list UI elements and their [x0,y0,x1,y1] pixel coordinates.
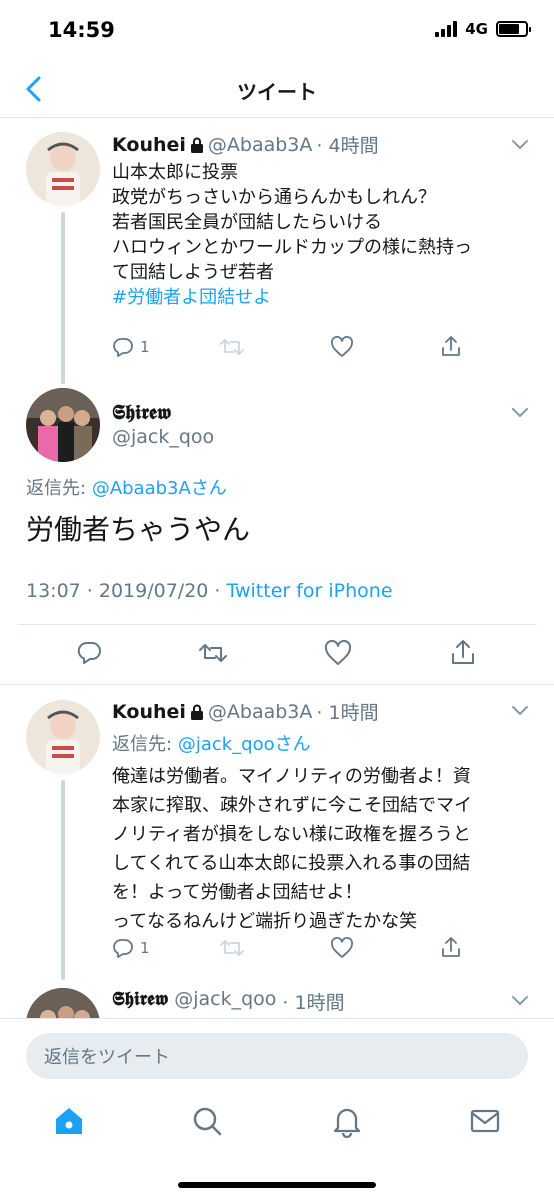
heart-icon [324,640,352,665]
tweet-text-line: 山本太郎に投票 [112,162,238,183]
like-button[interactable] [324,640,352,666]
avatar[interactable] [26,700,100,774]
chevron-down-icon[interactable] [510,994,530,1008]
retweet-icon [220,940,244,956]
reply-button[interactable]: 1 [112,937,150,959]
reply-button[interactable]: 1 [112,336,150,358]
share-button[interactable] [440,935,462,959]
lock-icon [190,137,203,153]
page-title: ツイート [237,80,317,104]
home-icon[interactable] [52,1104,86,1138]
like-button[interactable] [330,336,354,358]
tweet-timestamp-line: 13:07 · 2019/07/20 · Twitter for iPhone [26,580,393,602]
chevron-down-icon[interactable] [510,406,530,420]
chevron-down-icon[interactable] [510,138,530,152]
tweet-text-line: ノリティ者が損をしない様に政権を握ろうと [112,824,471,845]
home-indicator [178,1182,376,1188]
avatar[interactable] [26,988,100,1018]
divider [0,684,554,685]
heart-icon [331,937,353,958]
notifications-icon[interactable] [330,1104,364,1138]
retweet-icon [220,339,244,355]
network-type: 4G [465,20,488,38]
reply-icon [113,338,133,357]
hashtag-link[interactable]: #労働者よ団結せよ [112,285,472,310]
divider [18,624,536,625]
reply-to-label: 返信先: [26,478,87,499]
reply-composer-bar: 返信をツイート [0,1018,554,1090]
status-bar: 14:59 4G [0,0,554,62]
tweet-text-line: ハロウィンとかワールドカップの様に熱持っ [112,237,472,258]
tweet-text-line: 本家に搾取、疎外されずに今こそ団結でマイ [112,795,472,816]
cellular-signal-icon [435,21,458,37]
reply-count: 1 [140,939,150,957]
retweet-button [219,336,245,358]
tweet-time: · 4時間 [316,135,379,157]
tweet-text-line: 若者国民全員が団結したらいける [112,212,382,233]
tweet-text: 労働者ちゃうやん [26,513,251,546]
heart-icon [331,336,353,357]
avatar[interactable] [26,132,100,206]
author-handle[interactable]: @jack_qoo [112,426,214,448]
tweet-text-line: 政党がちっさいから通らんかもしれん？ [112,187,436,208]
battery-icon [496,21,531,37]
author-name[interactable]: Kouhei [112,701,186,723]
author-handle[interactable]: @jack_qoo [174,988,276,1015]
reply-to-mention[interactable]: @jack_qooさん [178,734,311,755]
navigation-bar: ツイート [0,62,554,118]
tweet-text: 山本太郎に投票 政党がちっさいから通らんかもしれん？ 若者国民全員が団結したらい… [112,160,472,310]
author-handle[interactable]: @Abaab3A [208,134,313,156]
author-name[interactable]: 𝕾𝖍𝖎𝖗𝖊𝖜 [112,400,171,424]
reply-to-label: 返信先: [112,734,173,755]
reply-input[interactable]: 返信をツイート [26,1033,528,1079]
tweet-text-line: 俺達は労働者。マイノリティの労働者よ！資 [112,766,471,787]
like-button[interactable] [330,937,354,959]
tweet-time: · 1時間 [316,702,379,724]
tweet-time: · 1時間 [282,992,345,1014]
reply-to-mention[interactable]: @Abaab3Aさん [92,478,227,499]
tweet-text-line: て団結しようぜ若者 [112,262,274,283]
author-name[interactable]: Kouhei [112,134,186,156]
lock-icon [190,704,203,720]
author-name[interactable]: 𝕾𝖍𝖎𝖗𝖊𝖜 [112,988,168,1015]
chevron-down-icon[interactable] [510,704,530,718]
share-icon [452,640,474,664]
tweet-source-link[interactable]: Twitter for iPhone [227,580,393,602]
messages-icon[interactable] [468,1104,502,1138]
reply-count: 1 [140,338,150,356]
tweet-text: 俺達は労働者。マイノリティの労働者よ！資 本家に搾取、疎外されずに今こそ団結でマ… [112,762,472,936]
thread-connector-line [61,780,65,980]
share-icon [442,937,460,957]
retweet-button[interactable] [198,641,228,665]
reply-icon [77,641,101,664]
share-icon [442,336,460,356]
tweet-text-line: を！よって労働者よ団結せよ！ [112,882,363,903]
status-time: 14:59 [48,18,115,42]
thread-connector-line [61,212,65,384]
retweet-button [219,937,245,959]
tweet-text-line: ってなるねんけど端折り過ぎたかな笑 [112,911,418,932]
retweet-icon [199,644,227,662]
share-button[interactable] [450,638,476,666]
reply-button[interactable] [77,640,103,666]
reply-icon [113,939,133,958]
author-handle[interactable]: @Abaab3A [208,701,313,723]
reply-to-line: 返信先: @Abaab3Aさん [26,474,227,500]
tweet-timestamp: 13:07 · 2019/07/20 · [26,580,227,602]
search-icon[interactable] [190,1104,224,1138]
avatar[interactable] [26,388,100,462]
reply-to-line: 返信先: @jack_qooさん [112,730,311,756]
share-button[interactable] [440,334,462,358]
status-indicators: 4G [435,20,531,38]
tweet-text-line: してくれてる山本太郎に投票入れる事の団結 [112,853,471,874]
tweet-partial[interactable]: 𝕾𝖍𝖎𝖗𝖊𝖜 @jack_qoo · 1時間 [0,980,554,1018]
